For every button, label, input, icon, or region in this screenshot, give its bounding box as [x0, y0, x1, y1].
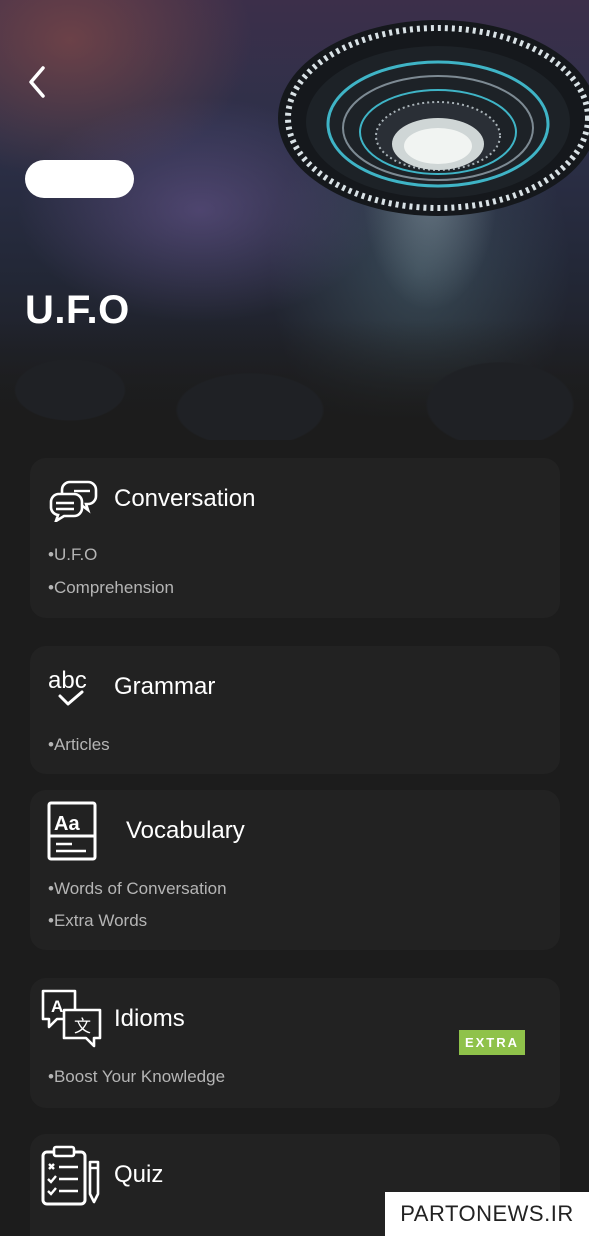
extra-badge: EXTRA — [459, 1030, 525, 1055]
page-title: U.F.O — [25, 288, 130, 332]
idioms-title: Idioms — [114, 1005, 185, 1032]
list-item: •Boost Your Knowledge — [48, 1067, 226, 1086]
conversation-title: Conversation — [114, 485, 256, 512]
list-item: •Extra Words — [48, 911, 148, 930]
list-item: •Articles — [48, 735, 110, 754]
svg-text:文: 文 — [74, 1017, 91, 1037]
list-item: •Comprehension — [48, 578, 174, 597]
chat-bubbles-icon — [49, 480, 98, 522]
clipboard-checklist-icon — [41, 1145, 100, 1206]
vocabulary-card[interactable]: Aa Vocabulary •Words of Conversation •Ex… — [30, 790, 560, 950]
back-button[interactable] — [22, 64, 52, 100]
watermark: PARTONEWS.IR — [385, 1192, 589, 1236]
ufo-image — [278, 20, 589, 216]
grammar-card[interactable]: abc Grammar •Articles — [30, 646, 560, 774]
grammar-title: Grammar — [114, 673, 216, 700]
svg-text:Aa: Aa — [54, 813, 80, 835]
hero-banner — [0, 0, 589, 440]
vocabulary-title: Vocabulary — [126, 817, 245, 844]
list-item: •U.F.O — [48, 545, 98, 564]
conversation-card[interactable]: Conversation •U.F.O •Comprehension — [30, 458, 560, 618]
idioms-card[interactable]: A 文 Idioms EXTRA •Boost Your Knowledge — [30, 978, 560, 1108]
chevron-left-icon — [29, 66, 45, 98]
list-item: •Words of Conversation — [48, 879, 227, 898]
quiz-title: Quiz — [114, 1161, 164, 1188]
translate-icon: A 文 — [41, 989, 102, 1048]
abc-check-icon: abc — [48, 667, 87, 706]
level-pill — [25, 160, 134, 198]
svg-text:abc: abc — [48, 667, 87, 694]
svg-text:A: A — [51, 997, 63, 1016]
dictionary-icon: Aa — [47, 801, 97, 861]
treeline — [0, 320, 589, 440]
